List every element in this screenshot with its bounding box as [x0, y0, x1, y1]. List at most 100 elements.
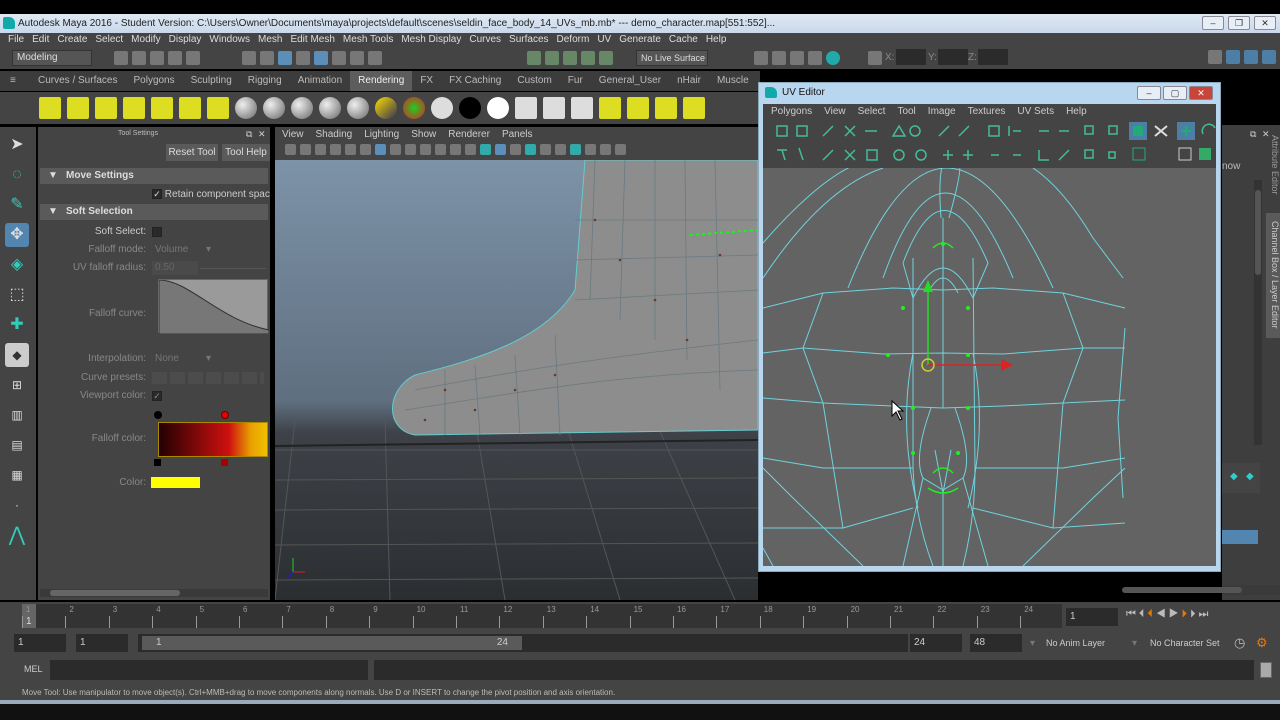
wireframe-on-shaded-icon[interactable] [510, 144, 521, 155]
menu-modify[interactable]: Modify [131, 34, 160, 45]
save-scene-icon[interactable] [150, 51, 164, 65]
light-icon[interactable] [123, 97, 145, 119]
shelf-tab[interactable]: FX [412, 71, 441, 91]
transform-mode-icon[interactable] [868, 51, 882, 65]
go-to-start-icon[interactable]: ⏮ [1126, 608, 1139, 620]
preferences-icon[interactable]: ⚙ [1256, 635, 1268, 651]
color-swatch[interactable] [151, 477, 200, 488]
float-icon[interactable]: ⧉ [1250, 129, 1256, 140]
horizontal-scrollbar[interactable] [1122, 585, 1280, 595]
go-to-end-icon[interactable]: ⏭ [1199, 608, 1212, 620]
ep-curve-icon[interactable] [581, 51, 595, 65]
render-view-icon[interactable] [754, 51, 768, 65]
new-layer-selected-icon[interactable]: ◆ [1246, 471, 1254, 482]
shelf-tab[interactable]: Polygons [125, 71, 182, 91]
menu-help[interactable]: Help [706, 34, 727, 45]
select-object-icon[interactable] [260, 51, 274, 65]
interpolation-dropdown[interactable]: None [155, 352, 179, 366]
outliner-layout-icon[interactable]: ▦ [5, 463, 29, 487]
menu-mesh-display[interactable]: Mesh Display [401, 34, 461, 45]
film-gate-icon[interactable] [390, 144, 401, 155]
menu-edit[interactable]: Edit [32, 34, 49, 45]
play-backwards-icon[interactable]: ◀ [1156, 608, 1169, 620]
tab-channel-box[interactable]: Channel Box / Layer Editor [1266, 213, 1280, 338]
shelf-tab-active[interactable]: Rendering [350, 71, 413, 91]
menu-cache[interactable]: Cache [669, 34, 698, 45]
lights-icon[interactable] [540, 144, 551, 155]
wireframe-icon[interactable] [480, 144, 491, 155]
undo-icon[interactable] [168, 51, 182, 65]
close-panel-icon[interactable]: ✕ [258, 129, 266, 140]
uv-menu-image[interactable]: Image [928, 106, 956, 117]
shader-ball-icon[interactable] [375, 97, 397, 119]
viewport-color-checkbox[interactable]: ✓ [152, 391, 162, 401]
step-forward-frame-icon[interactable]: ⏵ [1182, 608, 1191, 620]
viewport-menu-show[interactable]: Show [411, 129, 436, 140]
uv-menu-select[interactable]: Select [858, 106, 886, 117]
more-layouts-icon[interactable]: · [5, 493, 29, 517]
uv-menu-view[interactable]: View [824, 106, 846, 117]
curve-tool-icon[interactable] [563, 51, 577, 65]
falloff-curve-graph[interactable] [158, 279, 270, 335]
scale-tool-icon[interactable]: ⬚ [5, 283, 29, 307]
camera-icon[interactable] [285, 144, 296, 155]
shader-ball-icon[interactable] [347, 97, 369, 119]
grease-pencil-icon[interactable] [360, 144, 371, 155]
shelf-tab[interactable]: Muscle [709, 71, 757, 91]
uv-menu-help[interactable]: Help [1066, 106, 1087, 117]
uv-menu-polygons[interactable]: Polygons [771, 106, 812, 117]
grid-icon[interactable] [375, 144, 386, 155]
shelf-tool-icon[interactable] [655, 97, 677, 119]
attribute-editor-icon[interactable] [1226, 50, 1240, 64]
light-icon[interactable] [207, 97, 229, 119]
select-component-icon[interactable] [278, 51, 292, 65]
redo-icon[interactable] [186, 51, 200, 65]
two-pane-layout-icon[interactable]: ▥ [5, 403, 29, 427]
auto-key-icon[interactable]: ◷ [1234, 635, 1245, 651]
shader-ball-icon[interactable] [319, 97, 341, 119]
script-editor-icon[interactable] [1260, 662, 1272, 678]
lock-icon[interactable] [368, 51, 382, 65]
menu-select[interactable]: Select [95, 34, 123, 45]
soft-selection-header[interactable]: ▼ Soft Selection [40, 204, 268, 220]
snap-grid-icon[interactable] [296, 51, 310, 65]
ambient-occlusion-icon[interactable] [570, 144, 581, 155]
select-tool-icon[interactable]: ➤ [5, 133, 29, 157]
shelf-tab[interactable]: General_User [591, 71, 669, 91]
horizontal-scrollbar[interactable] [40, 589, 268, 597]
shadows-icon[interactable] [555, 144, 566, 155]
menu-file[interactable]: File [8, 34, 24, 45]
tool-help-button[interactable]: Tool Help [222, 144, 270, 161]
shelf-tool-icon[interactable] [627, 97, 649, 119]
falloff-mode-dropdown[interactable]: Volume [155, 243, 188, 257]
color-marker-icon[interactable] [221, 411, 229, 419]
live-surface-field[interactable]: No Live Surface [636, 50, 708, 66]
time-slider[interactable]: 1 1 2 3 4 5 6 7 8 9 10 11 12 13 14 15 16 17 18 19 20 21 22 23 2… [22, 604, 1062, 628]
shelf-tab[interactable]: Custom [509, 71, 559, 91]
viewport-menu-panels[interactable]: Panels [502, 129, 533, 140]
close-button[interactable]: ✕ [1254, 16, 1276, 30]
shelf-menu-icon[interactable]: ≡ [0, 71, 30, 91]
gate-mask-icon[interactable] [420, 144, 431, 155]
smooth-shade-icon[interactable] [495, 144, 506, 155]
shader-ball-icon[interactable] [487, 97, 509, 119]
x-field[interactable] [896, 49, 926, 65]
restore-button[interactable]: ❐ [1228, 16, 1250, 30]
light-icon[interactable] [39, 97, 61, 119]
four-pane-layout-icon[interactable]: ⊞ [5, 373, 29, 397]
select-hierarchy-icon[interactable] [242, 51, 256, 65]
z-field[interactable] [978, 49, 1008, 65]
light-icon[interactable] [67, 97, 89, 119]
render-icon[interactable] [515, 97, 537, 119]
image-plane-icon[interactable] [330, 144, 341, 155]
menu-deform[interactable]: Deform [557, 34, 590, 45]
move-manipulator[interactable] [921, 280, 1013, 372]
uv-menu-tool[interactable]: Tool [897, 106, 915, 117]
lasso-tool-icon[interactable]: ◌ [5, 163, 29, 187]
arc-icon[interactable] [599, 51, 613, 65]
viewport-menu-shading[interactable]: Shading [316, 129, 353, 140]
shader-ball-icon[interactable] [235, 97, 257, 119]
isolate-select-icon[interactable] [585, 144, 596, 155]
color-marker-icon[interactable] [154, 411, 162, 419]
safe-title-icon[interactable] [465, 144, 476, 155]
